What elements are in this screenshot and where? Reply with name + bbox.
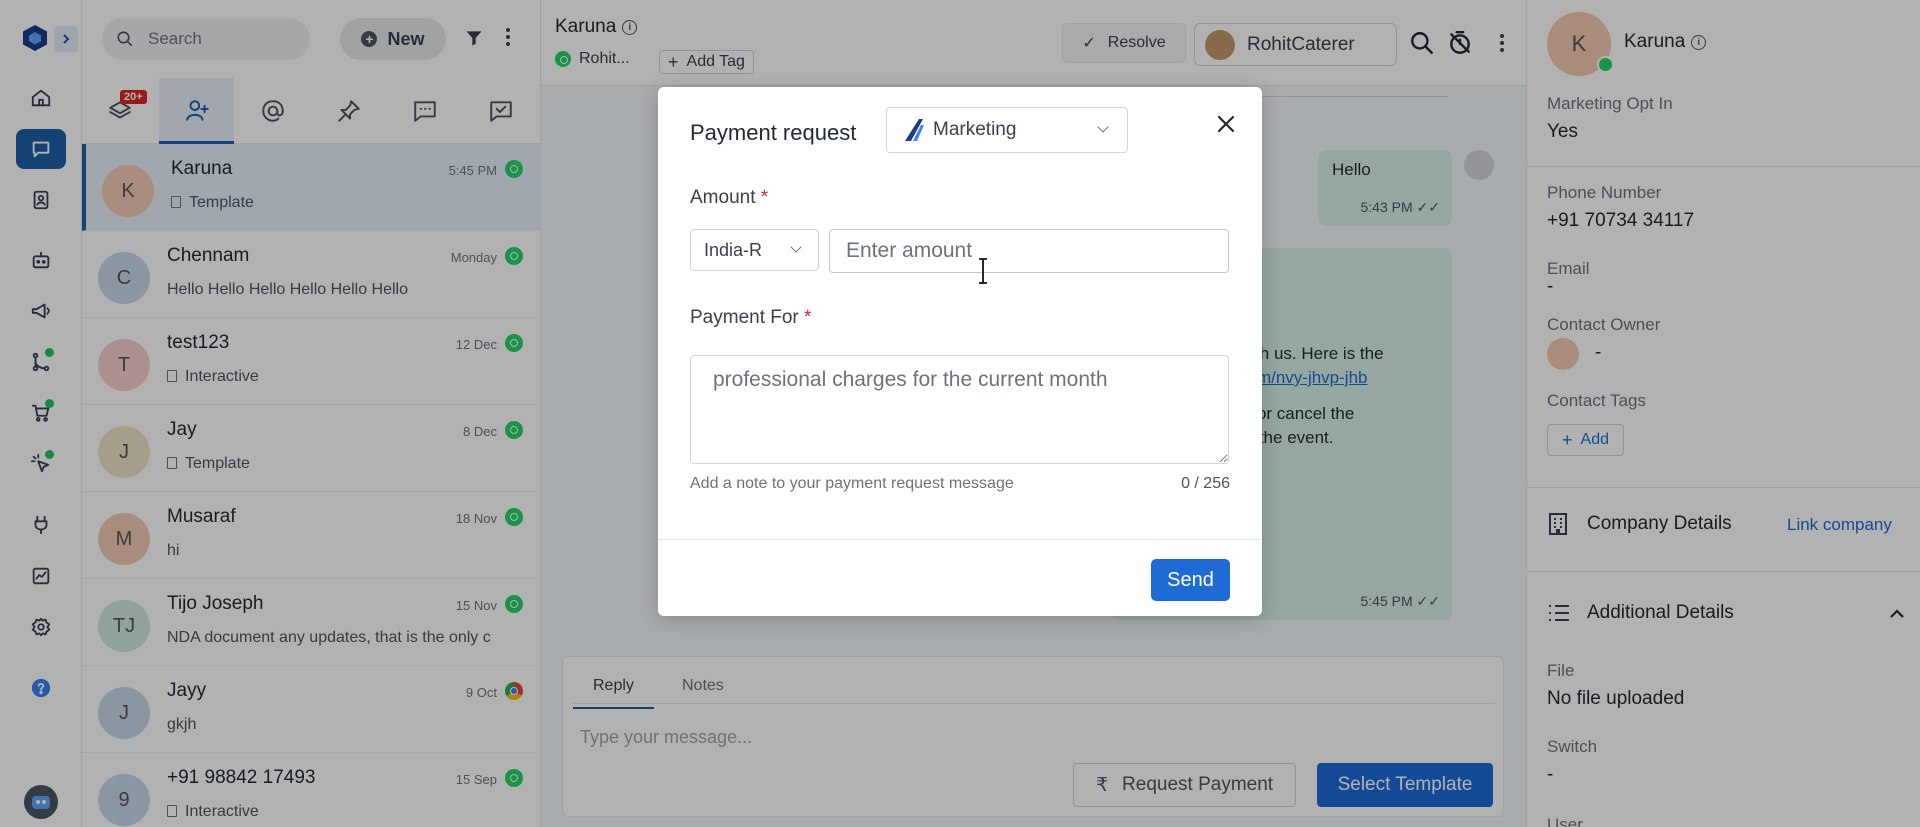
close-button[interactable]	[1211, 109, 1241, 139]
category-select[interactable]: Marketing	[886, 107, 1128, 153]
chevron-down-icon	[1097, 121, 1109, 133]
close-icon	[1217, 115, 1235, 133]
payment-request-modal: Payment request Marketing Amount * India…	[658, 87, 1262, 616]
chevron-down-icon	[790, 241, 802, 253]
amount-input[interactable]	[829, 229, 1229, 273]
modal-title: Payment request	[690, 120, 857, 145]
send-button[interactable]: Send	[1151, 559, 1230, 601]
rocket-icon	[905, 119, 924, 141]
payment-for-hint: Add a note to your payment request messa…	[690, 475, 1014, 492]
payment-for-label: Payment For *	[690, 307, 812, 328]
text-cursor-icon	[979, 258, 987, 284]
character-counter: 0 / 256	[1181, 475, 1230, 492]
amount-label: Amount *	[690, 187, 769, 208]
payment-for-textarea[interactable]	[690, 355, 1229, 464]
currency-select[interactable]: India-R	[690, 229, 819, 271]
divider	[658, 539, 1262, 540]
